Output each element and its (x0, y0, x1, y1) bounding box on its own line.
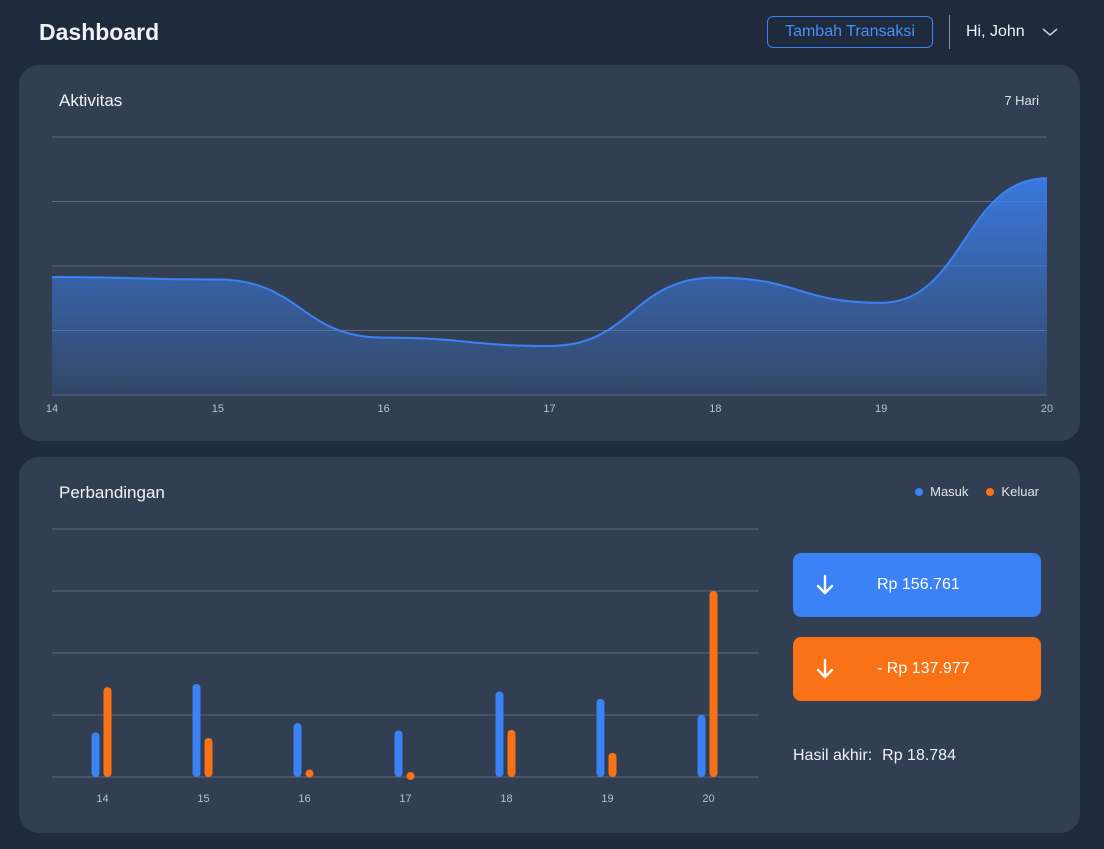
bar-keluar[interactable] (709, 591, 718, 777)
bar-masuk[interactable] (495, 691, 504, 777)
arrow-down-icon (816, 574, 834, 595)
final-result: Hasil akhir: Rp 18.784 (793, 747, 956, 765)
bar-masuk[interactable] (91, 732, 100, 777)
header-divider (949, 15, 950, 49)
bar-keluar[interactable] (204, 737, 213, 777)
legend-dot-in (915, 487, 924, 496)
bar-keluar[interactable] (608, 752, 617, 777)
activity-card: Aktivitas 7 Hari 14 15 16 17 18 19 20 (19, 65, 1080, 441)
x-tick-label: 18 (709, 403, 721, 415)
bar-keluar[interactable] (406, 772, 415, 781)
final-value: Rp 18.784 (882, 747, 956, 764)
user-greeting: Hi, John (966, 23, 1025, 40)
total-out-box[interactable]: - Rp 137.977 (793, 637, 1041, 701)
user-menu[interactable]: Hi, John (966, 21, 1059, 43)
bar-masuk[interactable] (394, 730, 403, 778)
arrow-down-icon (816, 658, 834, 679)
bar-masuk[interactable] (697, 715, 706, 777)
add-transaction-button[interactable]: Tambah Transaksi (767, 16, 933, 48)
bar-masuk[interactable] (596, 698, 605, 777)
total-out-value: - Rp 137.977 (877, 660, 970, 677)
x-tick-label: 14 (46, 403, 58, 415)
x-tick-label: 17 (399, 793, 411, 805)
x-tick-label: 19 (875, 403, 887, 415)
legend-item-in: Masuk (915, 484, 968, 499)
bar-masuk[interactable] (293, 723, 302, 777)
page-title: Dashboard (39, 19, 160, 45)
legend-item-out: Keluar (986, 484, 1039, 499)
x-tick-label: 16 (378, 403, 390, 415)
x-tick-label: 17 (543, 403, 555, 415)
x-tick-label: 20 (1041, 403, 1053, 415)
legend-dot-out (986, 487, 995, 496)
bar-keluar[interactable] (305, 769, 314, 778)
area-fill (52, 178, 1047, 395)
legend-label-out: Keluar (1001, 484, 1039, 499)
x-tick-label: 20 (702, 793, 714, 805)
bar-keluar[interactable] (103, 687, 112, 777)
total-in-box[interactable]: Rp 156.761 (793, 553, 1041, 617)
x-tick-label: 15 (197, 793, 209, 805)
x-tick-label: 18 (500, 793, 512, 805)
chevron-down-icon (1042, 28, 1058, 37)
final-label: Hasil akhir: (793, 747, 873, 764)
x-tick-label: 19 (601, 793, 613, 805)
total-in-value: Rp 156.761 (877, 576, 960, 593)
header: Dashboard Tambah Transaksi Hi, John (0, 0, 1104, 66)
x-tick-label: 14 (96, 793, 108, 805)
legend-label-in: Masuk (930, 484, 969, 499)
bar-masuk[interactable] (192, 684, 201, 777)
x-tick-label: 16 (298, 793, 310, 805)
chart-legend: Masuk Keluar (915, 484, 1039, 499)
activity-chart: 14 15 16 17 18 19 20 (46, 136, 1053, 415)
bar-keluar[interactable] (507, 729, 516, 777)
comparison-card: Perbandingan Masuk Keluar 14 15 16 17 18 19 20… (19, 457, 1080, 833)
comparison-chart: 14 15 16 17 18 19 20 (52, 528, 759, 805)
x-tick-label: 15 (212, 403, 224, 415)
